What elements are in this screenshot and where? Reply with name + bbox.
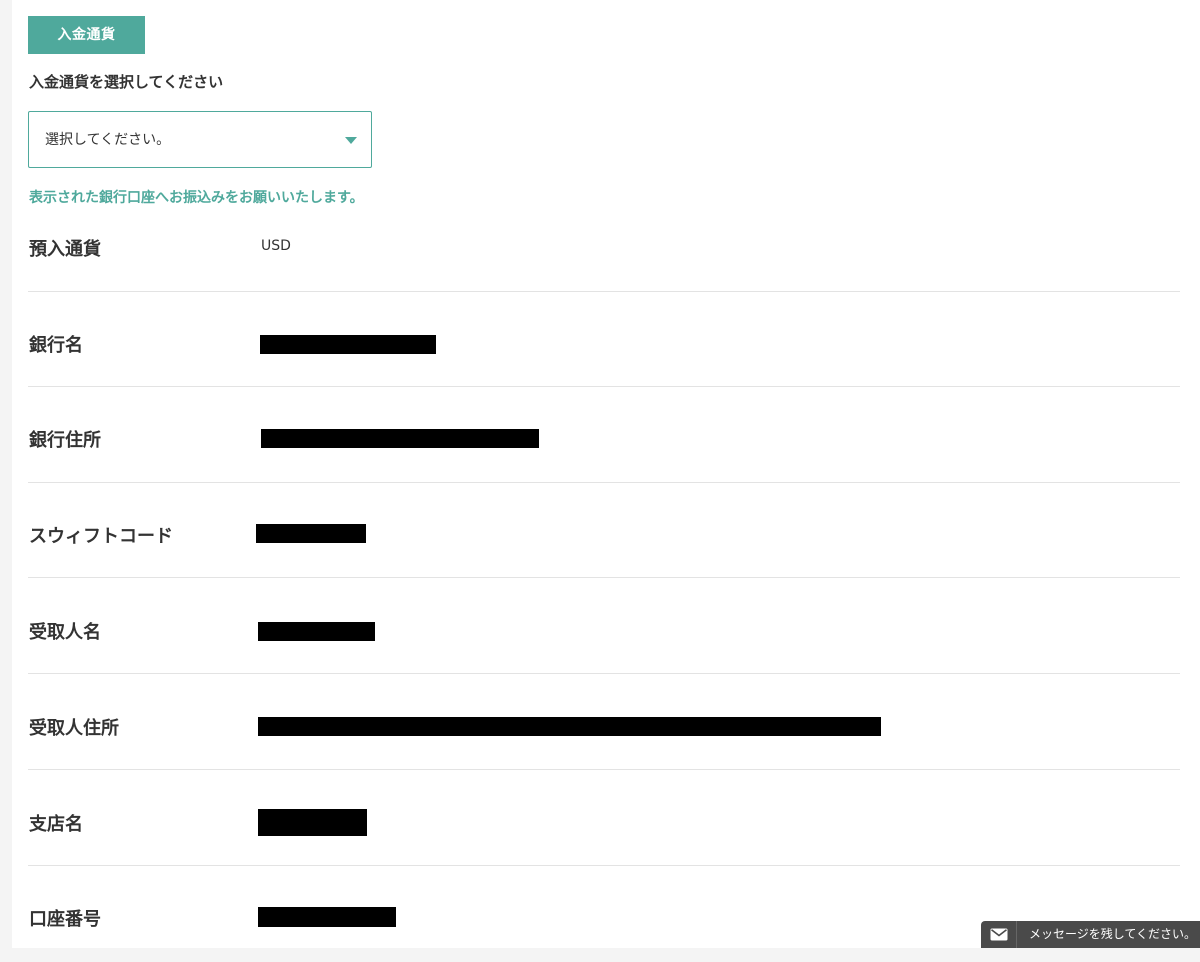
detail-label: 口座番号 <box>29 909 101 930</box>
detail-label: 預入通貨 <box>29 239 101 260</box>
detail-label: 受取人住所 <box>29 718 119 739</box>
currency-select-label: 入金通貨を選択してください <box>29 73 224 91</box>
detail-row-bank-address: 銀行住所 <box>28 387 1180 483</box>
detail-row-deposit-currency: 預入通貨 USD <box>28 196 1180 292</box>
detail-label: 受取人名 <box>29 622 101 643</box>
redacted-value <box>256 524 366 543</box>
redacted-value <box>258 622 375 641</box>
caret-down-icon <box>345 137 357 144</box>
redacted-value <box>258 717 881 736</box>
redacted-value <box>261 429 539 448</box>
detail-row-branch-name: 支店名 <box>28 770 1180 866</box>
detail-row-swift-code: スウィフトコード <box>28 482 1180 578</box>
detail-label: 支店名 <box>29 814 83 835</box>
detail-label: 銀行名 <box>29 335 83 356</box>
redacted-value <box>258 809 367 836</box>
envelope-icon <box>990 928 1008 941</box>
detail-row-recipient-address: 受取人住所 <box>28 674 1180 770</box>
currency-select[interactable]: 選択してください。 <box>28 111 372 168</box>
section-tag-deposit-currency: 入金通貨 <box>28 16 145 54</box>
detail-value-currency: USD <box>261 238 291 254</box>
leave-message-chat-button[interactable]: メッセージを残してください。 <box>981 921 1200 948</box>
chat-divider <box>1016 921 1017 948</box>
redacted-value <box>260 335 436 354</box>
chat-label: メッセージを残してください。 <box>1029 927 1197 941</box>
detail-row-bank-name: 銀行名 <box>28 291 1180 387</box>
detail-label: スウィフトコード <box>29 526 173 547</box>
currency-select-value: 選択してください。 <box>45 132 171 148</box>
detail-label: 銀行住所 <box>29 430 101 451</box>
redacted-value <box>258 907 396 927</box>
detail-row-recipient-name: 受取人名 <box>28 578 1180 674</box>
